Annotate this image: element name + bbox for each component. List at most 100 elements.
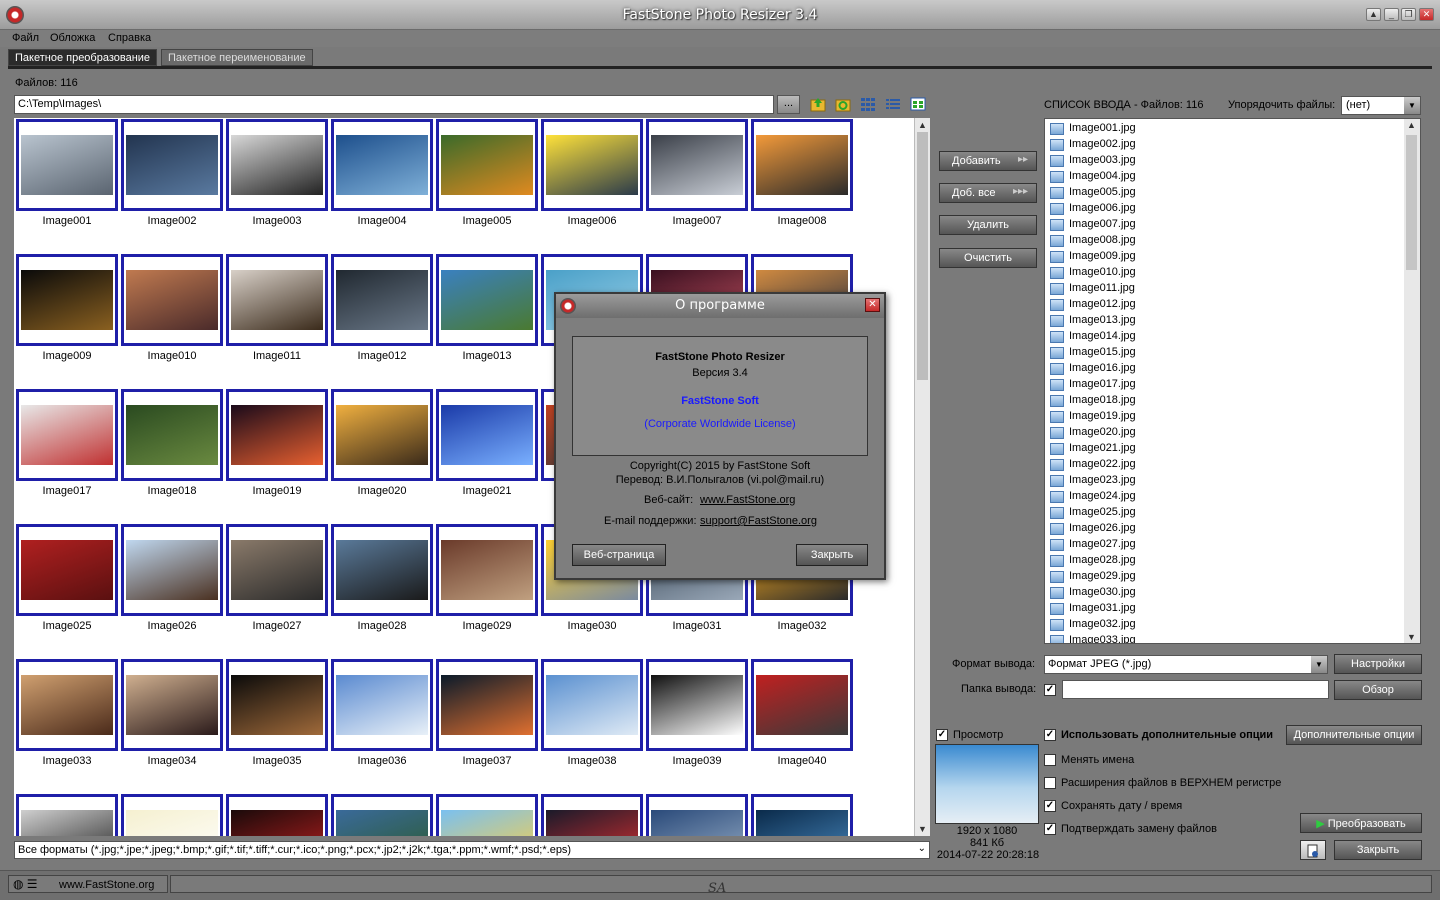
tab-batch-convert[interactable]: Пакетное преобразование [8,49,158,66]
thumbnail-item[interactable]: Image013 [436,254,540,384]
add-all-button[interactable]: Доб. все ▸▸▸ [939,183,1037,203]
website-link[interactable]: www.FastStone.org [700,494,795,506]
thumbnail-item[interactable]: Image003 [226,119,330,249]
image-file-icon [1050,427,1064,439]
thumbnail-image [441,270,533,330]
view-details-icon[interactable] [910,96,926,112]
chevron-down-icon[interactable]: ▼ [1311,656,1327,673]
maximize-button[interactable]: ❐ [1401,8,1416,21]
thumbnail-item[interactable]: Image018 [121,389,225,519]
thumbnail-scrollbar[interactable]: ▲ ▼ [914,118,930,836]
close-app-button[interactable]: Закрыть [1334,840,1422,860]
scroll-thumb[interactable] [917,132,928,380]
thumbnail-item[interactable]: Image020 [331,389,435,519]
thumbnail-item[interactable]: Image005 [436,119,540,249]
use-advanced-checkbox[interactable]: ✓ [1044,729,1056,741]
thumbnail-item[interactable]: Image011 [226,254,330,384]
close-button[interactable]: ✕ [1419,8,1434,21]
thumbnail-item[interactable]: Image002 [121,119,225,249]
browse-folder-button[interactable]: ... [777,95,800,114]
thumbnail-item[interactable] [646,794,750,836]
thumbnail-item[interactable]: Image033 [16,659,120,789]
double-arrow-right-icon: ▸▸▸ [1012,186,1028,197]
file-filter-select[interactable]: Все форматы (*.jpg;*.jpe;*.jpeg;*.bmp;*.… [14,841,930,859]
scroll-thumb[interactable] [1406,135,1417,270]
minimize-icon[interactable]: ▲ [1366,8,1381,21]
thumbnail-item[interactable]: Image028 [331,524,435,654]
thumbnail-item[interactable]: Image004 [331,119,435,249]
thumbnail-item[interactable]: Image021 [436,389,540,519]
add-button[interactable]: Добавить ▸▸ [939,151,1037,171]
confirm-overwrite-checkbox[interactable]: ✓ [1044,823,1056,835]
save-settings-icon[interactable] [1300,840,1326,860]
thumbnail-item[interactable] [541,794,645,836]
thumbnail-label: Image034 [147,755,197,767]
status-site[interactable]: www.FastStone.org [59,879,154,891]
thumbnail-item[interactable]: Image017 [16,389,120,519]
menu-help[interactable]: Справка [108,32,151,44]
thumbnail-item[interactable]: Image006 [541,119,645,249]
advanced-options-button[interactable]: Дополнительные опции [1286,725,1422,745]
thumbnail-item[interactable]: Image029 [436,524,540,654]
thumbnail-item[interactable]: Image026 [121,524,225,654]
tab-batch-rename[interactable]: Пакетное переименование [161,49,313,66]
browse-output-button[interactable]: Обзор [1334,680,1422,700]
output-folder-input[interactable] [1062,680,1329,699]
preview-checkbox[interactable]: ✓ [936,729,948,741]
file-list-scrollbar[interactable]: ▲ ▼ [1404,119,1420,643]
thumbnail-item[interactable]: Image039 [646,659,750,789]
thumbnail-item[interactable]: Image040 [751,659,855,789]
thumbnail-item[interactable] [121,794,225,836]
convert-button[interactable]: ▶ Преобразовать [1300,813,1422,833]
remove-button[interactable]: Удалить [939,215,1037,235]
thumbnail-item[interactable]: Image035 [226,659,330,789]
chevron-down-icon[interactable]: ▼ [1404,97,1420,114]
thumbnail-item[interactable]: Image038 [541,659,645,789]
rename-checkbox[interactable] [1044,754,1056,766]
clear-button[interactable]: Очистить [939,248,1037,268]
thumbnail-item[interactable]: Image009 [16,254,120,384]
minimize-button[interactable]: _ [1384,8,1399,21]
thumbnail-item[interactable]: Image025 [16,524,120,654]
thumbnail-item[interactable]: Image036 [331,659,435,789]
menu-file[interactable]: Файл [12,32,39,44]
view-thumbnails-icon[interactable] [860,96,876,112]
menu-skin[interactable]: Обложка [50,32,95,44]
thumbnail-item[interactable]: Image037 [436,659,540,789]
input-file-list[interactable]: Image001.jpg Image002.jpg Image003.jpg Imag… [1044,118,1421,644]
thumbnail-item[interactable] [226,794,330,836]
thumbnail-item[interactable]: Image027 [226,524,330,654]
scroll-down-icon[interactable]: ▼ [1407,632,1416,642]
thumbnail-item[interactable] [751,794,855,836]
keep-date-checkbox[interactable]: ✓ [1044,800,1056,812]
thumbnail-item[interactable]: Image019 [226,389,330,519]
web-page-button[interactable]: Веб-страница [572,544,666,566]
scroll-up-icon[interactable]: ▲ [1407,120,1416,130]
refresh-folder-icon[interactable] [835,96,851,112]
path-input[interactable]: C:\Temp\Images\ [14,95,774,114]
thumbnail-item[interactable] [436,794,540,836]
preview-dimensions: 1920 x 1080 [956,825,1018,837]
thumbnail-item[interactable]: Image008 [751,119,855,249]
scroll-up-icon[interactable]: ▲ [918,120,927,130]
folder-up-icon[interactable] [810,96,826,112]
thumbnail-item[interactable] [331,794,435,836]
thumbnail-item[interactable] [16,794,120,836]
thumbnail-item[interactable]: Image007 [646,119,750,249]
sort-select[interactable]: (нет) ▼ [1341,96,1421,115]
thumbnail-item[interactable]: Image010 [121,254,225,384]
output-format-select[interactable]: Формат JPEG (*.jpg) ▼ [1044,655,1328,674]
close-icon[interactable]: ✕ [865,298,880,312]
scroll-down-icon[interactable]: ▼ [918,824,927,834]
email-link[interactable]: support@FastStone.org [700,515,817,527]
about-close-button[interactable]: Закрыть [796,544,868,566]
image-file-icon [1050,539,1064,551]
thumbnail-item[interactable]: Image012 [331,254,435,384]
upper-ext-checkbox[interactable] [1044,777,1056,789]
thumbnail-item[interactable]: Image034 [121,659,225,789]
view-list-icon[interactable] [885,96,901,112]
output-folder-checkbox[interactable]: ✓ [1044,684,1056,696]
thumbnail-image [441,810,533,836]
thumbnail-item[interactable]: Image001 [16,119,120,249]
settings-button[interactable]: Настройки [1334,654,1422,674]
